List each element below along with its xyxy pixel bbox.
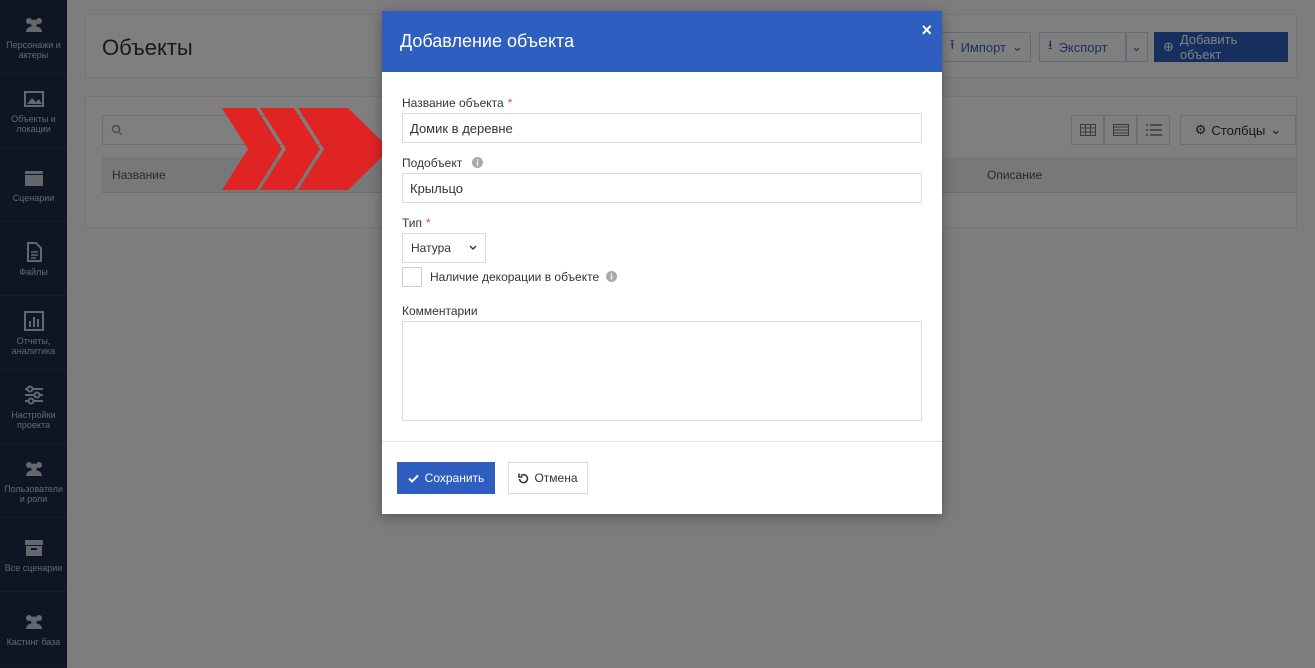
cancel-button[interactable]: Отмена — [508, 462, 588, 494]
close-icon[interactable]: × — [921, 20, 932, 41]
chevron-down-icon — [469, 245, 477, 250]
type-label-text: Тип — [402, 216, 423, 230]
subobject-label-text: Подобъект — [402, 156, 463, 170]
add-object-modal: Добавление объекта × Название объекта * Д… — [382, 11, 942, 514]
red-arrows-annotation — [222, 108, 390, 190]
modal-header: Добавление объекта × — [382, 11, 942, 72]
comments-textarea[interactable] — [402, 321, 922, 421]
object-name-label: Название объекта * — [402, 96, 512, 110]
required-mark: * — [426, 216, 431, 230]
comments-label: Комментарии — [402, 304, 478, 318]
decoration-checkbox[interactable] — [402, 267, 422, 287]
modal-footer-divider — [382, 441, 942, 442]
decoration-label-text: Наличие декорации в объекте — [430, 270, 600, 284]
object-name-input[interactable]: Домик в деревне — [402, 113, 922, 143]
undo-icon — [518, 473, 529, 483]
type-label: Тип * — [402, 216, 431, 230]
info-icon — [605, 271, 617, 282]
save-button[interactable]: Сохранить — [397, 462, 495, 494]
save-label: Сохранить — [424, 471, 485, 485]
subobject-input[interactable]: Крыльцо — [402, 173, 922, 203]
object-name-label-text: Название объекта — [402, 96, 504, 110]
info-icon — [471, 157, 483, 168]
decoration-label: Наличие декорации в объекте — [430, 270, 617, 284]
type-select-value: Натура — [411, 241, 451, 255]
required-mark: * — [507, 96, 513, 110]
subobject-label: Подобъект — [402, 156, 483, 170]
check-icon — [407, 474, 419, 483]
cancel-label: Отмена — [534, 471, 578, 485]
modal-title: Добавление объекта — [400, 31, 575, 51]
type-select[interactable]: Натура — [402, 233, 486, 263]
